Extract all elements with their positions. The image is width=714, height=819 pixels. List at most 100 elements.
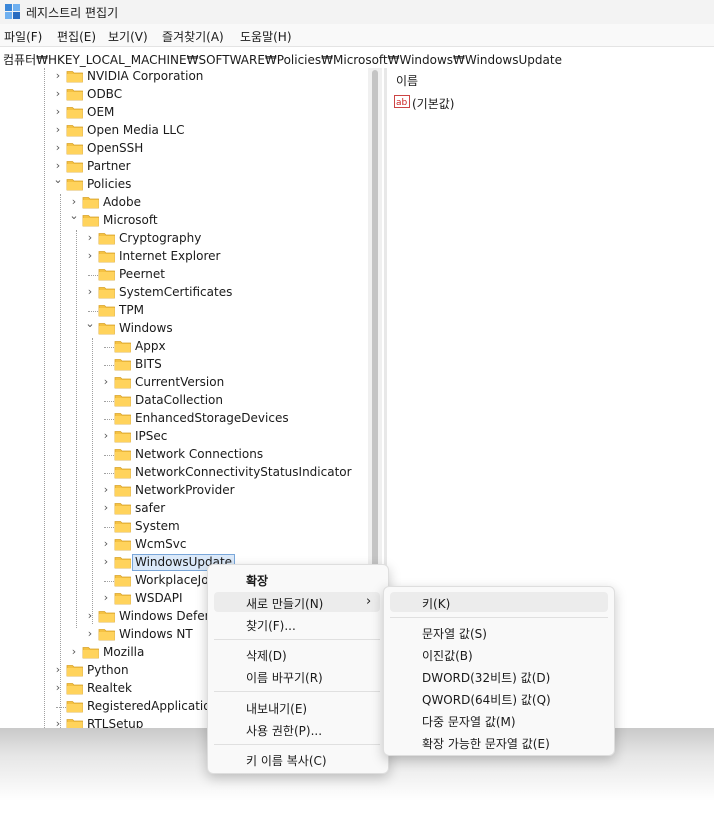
tree-node-label[interactable]: Peernet: [119, 267, 165, 282]
submenu-item-qword-value[interactable]: QWORD(64비트) 값(Q): [422, 691, 551, 708]
chevron-right-icon[interactable]: ›: [52, 69, 64, 83]
menu-favorites[interactable]: 즐겨찾기(A): [162, 28, 224, 45]
tree-node[interactable]: › safer: [0, 500, 368, 518]
tree-node-label[interactable]: IPSec: [135, 429, 167, 444]
tree-scrollbar-thumb[interactable]: [372, 70, 378, 570]
menu-item-copy-key-name[interactable]: 키 이름 복사(C): [246, 752, 327, 769]
tree-node-label[interactable]: Python: [87, 663, 129, 678]
chevron-right-icon[interactable]: ›: [84, 231, 96, 245]
chevron-down-icon[interactable]: ⌄: [52, 173, 64, 187]
chevron-right-icon[interactable]: ›: [52, 663, 64, 677]
chevron-right-icon[interactable]: ›: [52, 681, 64, 695]
tree-node[interactable]: › IPSec: [0, 428, 368, 446]
tree-node-label[interactable]: NetworkConnectivityStatusIndicator: [135, 465, 352, 480]
tree-node-label[interactable]: Realtek: [87, 681, 132, 696]
chevron-right-icon[interactable]: ›: [84, 249, 96, 263]
chevron-down-icon[interactable]: ⌄: [68, 209, 80, 223]
tree-node[interactable]: ⌄ Policies: [0, 173, 368, 194]
tree-node[interactable]: ⌄ Microsoft: [0, 209, 368, 230]
tree-node-label[interactable]: NVIDIA Corporation: [87, 69, 203, 84]
menu-item-export[interactable]: 내보내기(E): [246, 700, 307, 717]
submenu-item-dword-value[interactable]: DWORD(32비트) 값(D): [422, 669, 550, 686]
tree-node-label[interactable]: NetworkProvider: [135, 483, 235, 498]
tree-node[interactable]: BITS: [0, 356, 368, 374]
tree-node-label[interactable]: TPM: [119, 303, 144, 318]
tree-node-label[interactable]: safer: [135, 501, 165, 516]
tree-node[interactable]: › WcmSvc: [0, 536, 368, 554]
chevron-right-icon[interactable]: ›: [100, 591, 112, 605]
tree-node[interactable]: DataCollection: [0, 392, 368, 410]
menu-item-expand[interactable]: 확장: [246, 572, 268, 589]
tree-node[interactable]: Peernet: [0, 266, 368, 284]
tree-node-label[interactable]: OpenSSH: [87, 141, 143, 156]
chevron-right-icon[interactable]: ›: [84, 285, 96, 299]
chevron-right-icon[interactable]: ›: [100, 483, 112, 497]
tree-node[interactable]: Appx: [0, 338, 368, 356]
tree-node-label[interactable]: WcmSvc: [135, 537, 186, 552]
chevron-right-icon[interactable]: ›: [52, 105, 64, 119]
tree-node-label[interactable]: Adobe: [103, 195, 141, 210]
tree-node-label[interactable]: RegisteredApplications: [87, 699, 224, 714]
chevron-down-icon[interactable]: ⌄: [84, 317, 96, 331]
menu-item-new[interactable]: 새로 만들기(N): [246, 595, 323, 612]
tree-node-label[interactable]: Cryptography: [119, 231, 201, 246]
tree-node-label[interactable]: ODBC: [87, 87, 122, 102]
menu-item-permissions[interactable]: 사용 권한(P)...: [246, 722, 322, 739]
menu-item-delete[interactable]: 삭제(D): [246, 647, 287, 664]
chevron-right-icon[interactable]: ›: [52, 159, 64, 173]
chevron-right-icon[interactable]: ›: [100, 429, 112, 443]
submenu-item-multi-string-value[interactable]: 다중 문자열 값(M): [422, 713, 516, 730]
tree-node[interactable]: NetworkConnectivityStatusIndicator: [0, 464, 368, 482]
tree-node[interactable]: Network Connections: [0, 446, 368, 464]
tree-node-label[interactable]: DataCollection: [135, 393, 223, 408]
tree-node-label[interactable]: System: [135, 519, 180, 534]
tree-node-label[interactable]: Mozilla: [103, 645, 144, 660]
tree-node-label[interactable]: BITS: [135, 357, 162, 372]
menu-edit[interactable]: 편집(E): [57, 28, 96, 45]
tree-node-label[interactable]: Partner: [87, 159, 131, 174]
chevron-right-icon[interactable]: ›: [68, 195, 80, 209]
chevron-right-icon[interactable]: ›: [100, 375, 112, 389]
tree-node[interactable]: › ODBC: [0, 86, 368, 104]
tree-node-label[interactable]: Windows: [119, 321, 173, 336]
menu-view[interactable]: 보기(V): [108, 28, 148, 45]
submenu-item-binary-value[interactable]: 이진값(B): [422, 647, 473, 664]
submenu-item-expandable-string-value[interactable]: 확장 가능한 문자열 값(E): [422, 735, 550, 752]
chevron-right-icon[interactable]: ›: [52, 717, 64, 728]
tree-node[interactable]: › Cryptography: [0, 230, 368, 248]
chevron-right-icon[interactable]: ›: [52, 87, 64, 101]
chevron-right-icon[interactable]: ›: [84, 609, 96, 623]
tree-node-label[interactable]: WSDAPI: [135, 591, 183, 606]
tree-node[interactable]: › Open Media LLC: [0, 122, 368, 140]
tree-node-label[interactable]: CurrentVersion: [135, 375, 224, 390]
menu-item-find[interactable]: 찾기(F)...: [246, 617, 296, 634]
tree-node-label[interactable]: Appx: [135, 339, 166, 354]
tree-node-label[interactable]: Microsoft: [103, 213, 158, 228]
submenu-item-string-value[interactable]: 문자열 값(S): [422, 625, 487, 642]
column-header-name[interactable]: 이름: [396, 72, 418, 89]
chevron-right-icon[interactable]: ›: [84, 627, 96, 641]
tree-node-label[interactable]: Open Media LLC: [87, 123, 184, 138]
tree-node[interactable]: › OpenSSH: [0, 140, 368, 158]
tree-node[interactable]: › Internet Explorer: [0, 248, 368, 266]
menu-item-rename[interactable]: 이름 바꾸기(R): [246, 669, 323, 686]
chevron-right-icon[interactable]: ›: [68, 645, 80, 659]
tree-node[interactable]: › Adobe: [0, 194, 368, 212]
tree-node[interactable]: › SystemCertificates: [0, 284, 368, 302]
tree-node-label[interactable]: Windows NT: [119, 627, 193, 642]
address-path[interactable]: 컴퓨터₩HKEY_LOCAL_MACHINE₩SOFTWARE₩Policies…: [3, 51, 562, 68]
tree-node-label[interactable]: OEM: [87, 105, 114, 120]
tree-node[interactable]: › NVIDIA Corporation: [0, 68, 368, 86]
tree-node-label[interactable]: Policies: [87, 177, 131, 192]
chevron-right-icon[interactable]: ›: [52, 141, 64, 155]
tree-node-label[interactable]: SystemCertificates: [119, 285, 232, 300]
tree-node[interactable]: TPM: [0, 302, 368, 320]
tree-node-label[interactable]: Internet Explorer: [119, 249, 220, 264]
chevron-right-icon[interactable]: ›: [100, 555, 112, 569]
submenu-item-key[interactable]: 키(K): [422, 595, 450, 612]
chevron-right-icon[interactable]: ›: [100, 537, 112, 551]
tree-node[interactable]: › CurrentVersion: [0, 374, 368, 392]
tree-node[interactable]: System: [0, 518, 368, 536]
chevron-right-icon[interactable]: ›: [52, 123, 64, 137]
chevron-right-icon[interactable]: ›: [100, 501, 112, 515]
